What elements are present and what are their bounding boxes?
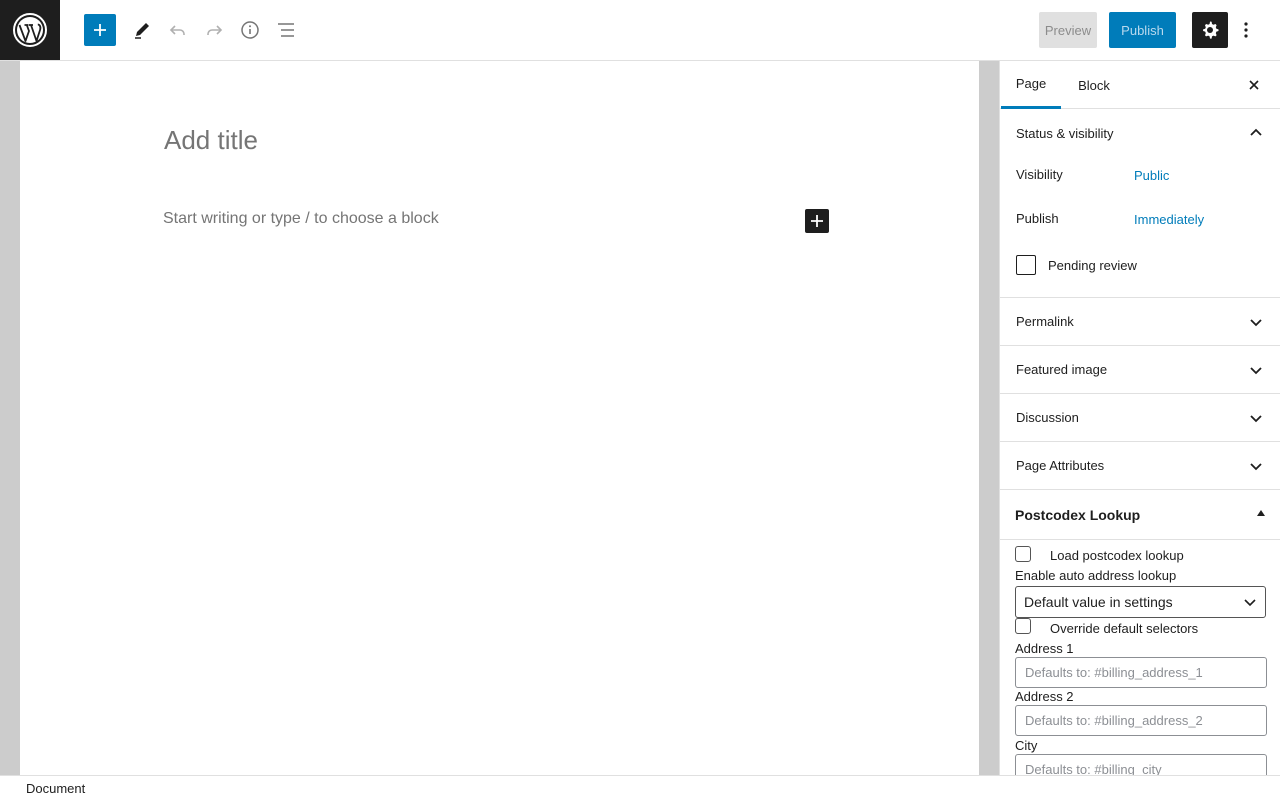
address-1-input[interactable] <box>1015 657 1267 688</box>
plus-icon <box>811 215 823 227</box>
redo-icon <box>207 25 223 35</box>
publish-label: Publish <box>1016 211 1059 226</box>
editor-canvas[interactable]: Add title Start writing or type / to cho… <box>20 61 979 775</box>
auto-lookup-select[interactable]: Default value in settings <box>1015 586 1266 618</box>
tab-block[interactable]: Block <box>1066 61 1122 109</box>
override-selectors-checkbox[interactable] <box>1015 618 1031 634</box>
panel-title: Featured image <box>1016 362 1108 377</box>
panel-title: Permalink <box>1016 314 1074 329</box>
default-block-appender[interactable]: Start writing or type / to choose a bloc… <box>163 210 439 228</box>
status-visibility-panel: Status & visibility Visibility Public Pu… <box>1000 109 1280 298</box>
pending-review-row: Pending review <box>1000 245 1280 297</box>
city-label: City <box>1015 738 1038 753</box>
chevron-up-icon <box>1250 128 1262 136</box>
publish-row: Publish Immediately <box>1000 201 1280 245</box>
pending-review-checkbox[interactable] <box>1016 255 1036 275</box>
visibility-toggle[interactable]: Public <box>1134 168 1169 183</box>
editor-area: Add title Start writing or type / to cho… <box>0 61 999 775</box>
pencil-icon <box>135 23 149 39</box>
block-breadcrumb-bar: Document <box>0 775 1280 800</box>
wordpress-logo-icon[interactable] <box>0 0 60 60</box>
panel-title: Discussion <box>1016 410 1079 425</box>
chevron-down-icon <box>1250 463 1262 471</box>
discussion-panel-toggle[interactable]: Discussion <box>1000 394 1280 442</box>
tab-page[interactable]: Page <box>1001 61 1061 109</box>
chevron-down-icon <box>1250 367 1262 375</box>
inline-add-block-button[interactable] <box>805 209 829 233</box>
editor-toolbar: Preview Publish <box>0 0 1280 61</box>
pending-review-label: Pending review <box>1048 258 1137 273</box>
panel-title: Postcodex Lookup <box>1015 506 1141 523</box>
auto-lookup-label: Enable auto address lookup <box>1015 568 1177 583</box>
undo-icon <box>169 25 185 35</box>
tools-button[interactable] <box>124 12 160 48</box>
gear-icon <box>1203 21 1219 39</box>
load-postcodex-label: Load postcodex lookup <box>1050 548 1184 563</box>
load-postcodex-checkbox[interactable] <box>1015 546 1031 562</box>
sidebar-tabs: Page Block <box>1000 61 1280 109</box>
close-sidebar-button[interactable] <box>1242 73 1266 97</box>
more-vertical-icon <box>1244 22 1248 38</box>
breadcrumb-document[interactable]: Document <box>26 781 85 796</box>
address-1-label: Address 1 <box>1015 641 1074 656</box>
permalink-panel-toggle[interactable]: Permalink <box>1000 298 1280 346</box>
close-icon <box>1249 80 1259 90</box>
preview-button[interactable]: Preview <box>1039 12 1097 48</box>
undo-button[interactable] <box>160 12 196 48</box>
publish-button[interactable]: Publish <box>1109 12 1176 48</box>
override-selectors-label: Override default selectors <box>1050 621 1199 636</box>
more-options-button[interactable] <box>1234 12 1258 48</box>
settings-button[interactable] <box>1192 12 1228 48</box>
plus-icon <box>94 24 106 36</box>
info-icon <box>241 21 259 39</box>
address-2-label: Address 2 <box>1015 689 1074 704</box>
visibility-label: Visibility <box>1016 167 1063 182</box>
select-value: Default value in settings <box>1024 594 1173 610</box>
address-2-input[interactable] <box>1015 705 1267 736</box>
chevron-down-icon <box>1250 415 1262 423</box>
status-visibility-toggle[interactable]: Status & visibility <box>1000 109 1280 157</box>
visibility-row: Visibility Public <box>1000 157 1280 201</box>
collapse-triangle-icon <box>1257 510 1265 516</box>
list-view-button[interactable] <box>268 12 304 48</box>
chevron-down-icon <box>1250 319 1262 327</box>
city-input[interactable] <box>1015 754 1267 775</box>
postcodex-lookup-panel-toggle[interactable]: Postcodex Lookup <box>1000 490 1280 540</box>
panel-title: Page Attributes <box>1016 458 1105 473</box>
featured-image-panel-toggle[interactable]: Featured image <box>1000 346 1280 394</box>
panel-title: Status & visibility <box>1016 125 1114 141</box>
page-attributes-panel-toggle[interactable]: Page Attributes <box>1000 442 1280 490</box>
details-button[interactable] <box>232 12 268 48</box>
publish-date-toggle[interactable]: Immediately <box>1134 212 1204 227</box>
redo-button[interactable] <box>196 12 232 48</box>
add-block-button[interactable] <box>84 14 116 46</box>
post-title-input[interactable]: Add title <box>164 125 258 156</box>
list-view-icon <box>278 23 294 37</box>
chevron-down-icon <box>1244 599 1256 607</box>
settings-sidebar: Page Block Status & visibility Visibilit… <box>999 61 1280 775</box>
